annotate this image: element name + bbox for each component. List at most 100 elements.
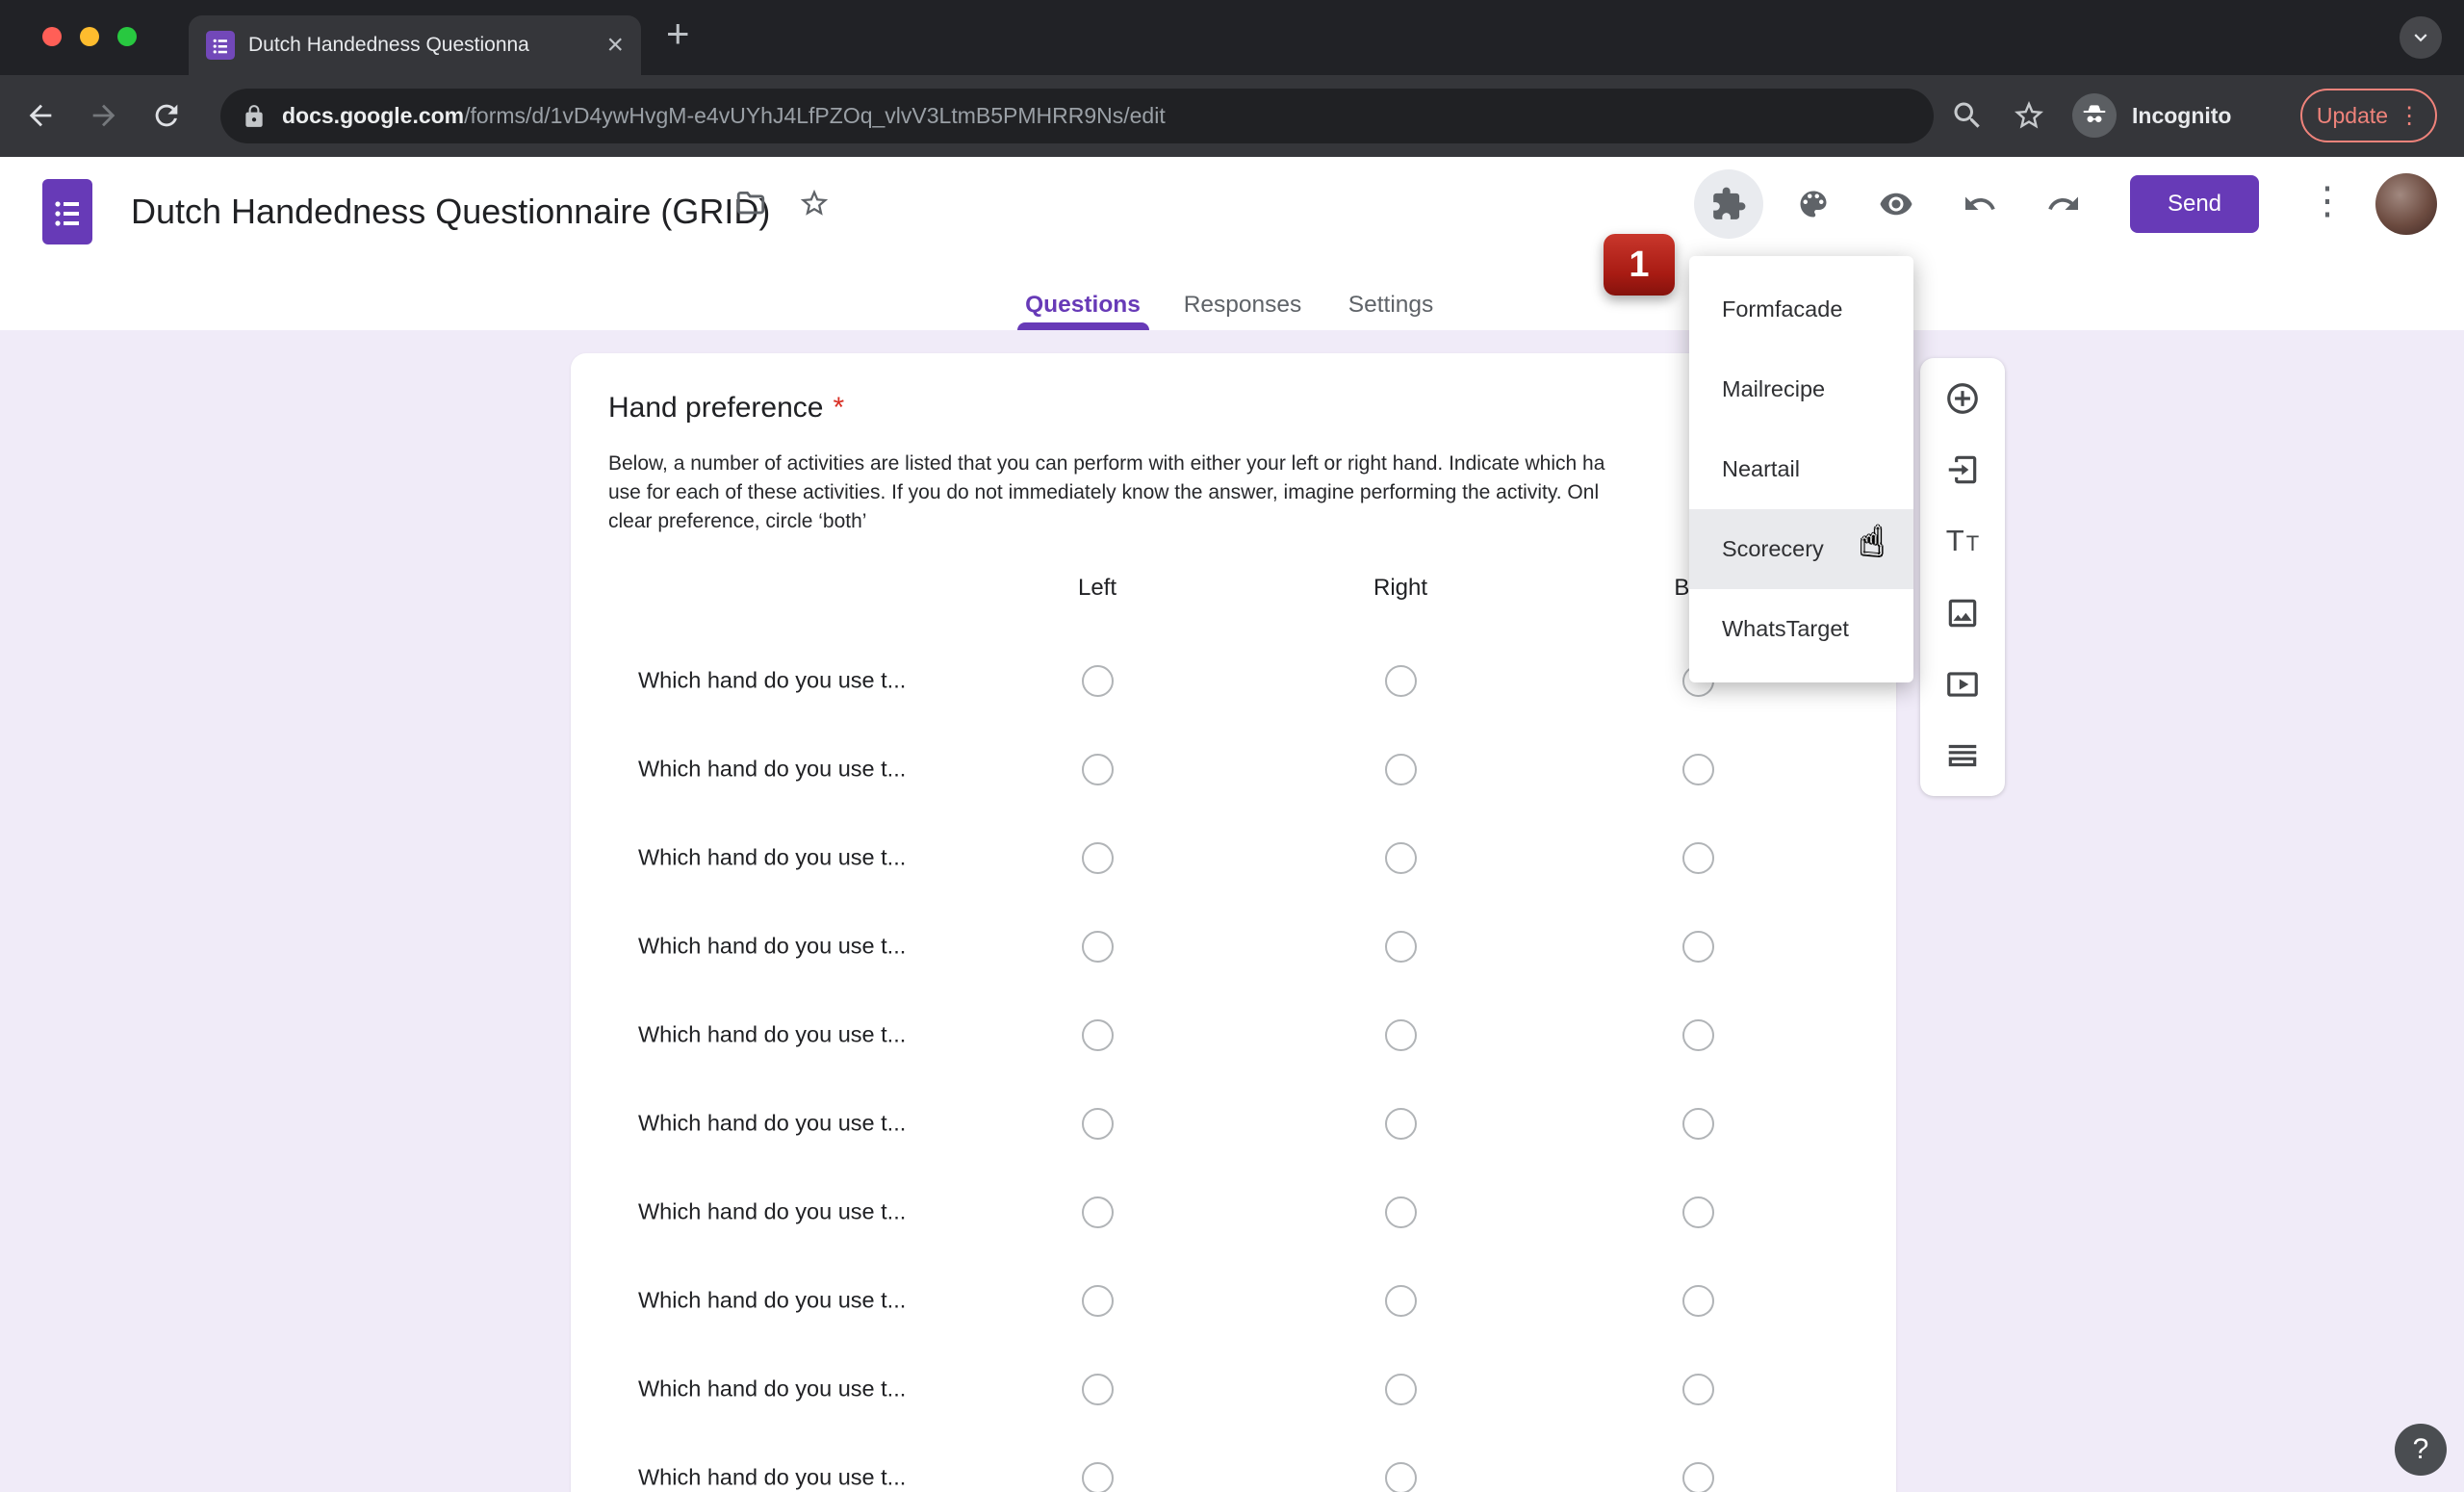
forms-logo-icon[interactable]	[42, 179, 92, 244]
radio-both[interactable]	[1682, 1374, 1714, 1405]
description-line: clear preference, circle ‘both’	[608, 507, 1869, 536]
minimize-window-button[interactable]	[80, 27, 99, 46]
required-asterisk: *	[833, 392, 844, 424]
row-label: Which hand do you use t...	[638, 1288, 906, 1314]
puzzle-icon	[1710, 186, 1747, 222]
question-title[interactable]: Hand preference*	[608, 392, 844, 424]
add-title-icon[interactable]: TT	[1939, 520, 1986, 562]
redo-icon[interactable]	[2046, 187, 2081, 221]
add-image-icon[interactable]	[1939, 592, 1986, 634]
radio-left[interactable]	[1082, 1374, 1114, 1405]
row-label: Which hand do you use t...	[638, 1465, 906, 1491]
menu-item-neartail[interactable]: Neartail	[1689, 429, 1913, 509]
send-button[interactable]: Send	[2130, 175, 2259, 233]
radio-right[interactable]	[1385, 1019, 1417, 1051]
new-tab-button[interactable]: +	[666, 13, 690, 54]
zoom-window-button[interactable]	[117, 27, 137, 46]
row-label: Which hand do you use t...	[638, 1111, 906, 1137]
back-icon[interactable]	[24, 99, 57, 132]
radio-right[interactable]	[1385, 754, 1417, 785]
radio-left[interactable]	[1082, 842, 1114, 874]
radio-right[interactable]	[1385, 1374, 1417, 1405]
radio-right[interactable]	[1385, 665, 1417, 697]
column-header-right: Right	[1373, 575, 1427, 602]
table-row: Which hand do you use t...	[571, 1256, 1896, 1345]
step-badge: 1	[1604, 234, 1675, 296]
star-favorite-icon[interactable]	[798, 187, 833, 221]
forms-favicon	[206, 31, 235, 60]
tab-responses[interactable]: Responses	[1184, 280, 1302, 330]
url-bar[interactable]: docs.google.com/forms/d/1vD4ywHvgM-e4vUY…	[220, 89, 1934, 143]
radio-left[interactable]	[1082, 1285, 1114, 1317]
row-label: Which hand do you use t...	[638, 757, 906, 783]
menu-item-mailrecipe[interactable]: Mailrecipe	[1689, 349, 1913, 429]
table-row: Which hand do you use t...	[571, 990, 1896, 1079]
search-icon[interactable]	[1950, 98, 1985, 133]
radio-both[interactable]	[1682, 1108, 1714, 1140]
radio-left[interactable]	[1082, 754, 1114, 785]
tab-close-icon[interactable]: ×	[606, 31, 624, 60]
radio-both[interactable]	[1682, 931, 1714, 963]
radio-both[interactable]	[1682, 1019, 1714, 1051]
radio-left[interactable]	[1082, 1019, 1114, 1051]
folder-icon[interactable]	[734, 187, 769, 221]
undo-icon[interactable]	[1963, 187, 1997, 221]
row-label: Which hand do you use t...	[638, 934, 906, 960]
incognito-icon	[2072, 93, 2117, 138]
radio-left[interactable]	[1082, 1196, 1114, 1228]
radio-left[interactable]	[1082, 665, 1114, 697]
avatar[interactable]	[2375, 173, 2437, 235]
radio-both[interactable]	[1682, 1285, 1714, 1317]
addons-menu: FormfacadeMailrecipeNeartailScoreceryWha…	[1689, 256, 1913, 682]
help-button[interactable]: ?	[2395, 1424, 2447, 1476]
bookmark-star-icon[interactable]	[2012, 98, 2046, 133]
radio-both[interactable]	[1682, 842, 1714, 874]
menu-item-whatstarget[interactable]: WhatsTarget	[1689, 589, 1913, 669]
radio-right[interactable]	[1385, 1285, 1417, 1317]
browser-tab[interactable]: Dutch Handedness Questionna ×	[189, 15, 641, 75]
tab-title: Dutch Handedness Questionna	[248, 34, 597, 57]
add-ons-button[interactable]	[1694, 169, 1763, 239]
chevron-down-icon[interactable]	[2400, 16, 2442, 59]
forward-icon[interactable]	[88, 99, 120, 132]
add-video-icon[interactable]	[1939, 663, 1986, 706]
theme-palette-icon[interactable]	[1796, 187, 1831, 221]
more-options-icon[interactable]: ⋮	[2308, 182, 2347, 220]
tab-settings[interactable]: Settings	[1348, 280, 1434, 330]
close-window-button[interactable]	[42, 27, 62, 46]
update-button[interactable]: Update ⋮	[2300, 89, 2437, 142]
radio-left[interactable]	[1082, 931, 1114, 963]
radio-right[interactable]	[1385, 1196, 1417, 1228]
question-description[interactable]: Below, a number of activities are listed…	[608, 450, 1869, 536]
add-question-icon[interactable]	[1939, 377, 1986, 420]
form-title[interactable]: Dutch Handedness Questionnaire (GRID)	[131, 176, 770, 247]
url-domain: docs.google.com	[282, 103, 464, 128]
lock-icon[interactable]	[242, 104, 267, 129]
tab-strip: Dutch Handedness Questionna × +	[0, 0, 2464, 75]
radio-right[interactable]	[1385, 931, 1417, 963]
browser-window: Dutch Handedness Questionna × + docs.goo…	[0, 0, 2464, 1492]
reload-icon[interactable]	[150, 99, 183, 132]
import-questions-icon[interactable]	[1939, 449, 1986, 491]
pointer-cursor-icon: ☝	[1860, 518, 1885, 565]
forms-header: Dutch Handedness Questionnaire (GRID) Se…	[0, 157, 2464, 331]
update-kebab-icon: ⋮	[2398, 102, 2421, 130]
menu-item-formfacade[interactable]: Formfacade	[1689, 270, 1913, 349]
browser-toolbar: docs.google.com/forms/d/1vD4ywHvgM-e4vUY…	[0, 75, 2464, 157]
radio-left[interactable]	[1082, 1108, 1114, 1140]
radio-left[interactable]	[1082, 1462, 1114, 1492]
url-text: docs.google.com/forms/d/1vD4ywHvgM-e4vUY…	[282, 103, 1166, 129]
description-line: Below, a number of activities are listed…	[608, 450, 1869, 478]
preview-eye-icon[interactable]	[1879, 187, 1913, 221]
incognito-badge: Incognito	[2072, 93, 2231, 138]
radio-right[interactable]	[1385, 1462, 1417, 1492]
radio-right[interactable]	[1385, 1108, 1417, 1140]
radio-both[interactable]	[1682, 1196, 1714, 1228]
table-row: Which hand do you use t...	[571, 725, 1896, 813]
radio-both[interactable]	[1682, 754, 1714, 785]
table-row: Which hand do you use t...	[571, 1079, 1896, 1168]
update-label: Update	[2317, 103, 2388, 129]
radio-both[interactable]	[1682, 1462, 1714, 1492]
radio-right[interactable]	[1385, 842, 1417, 874]
add-section-icon[interactable]	[1939, 734, 1986, 777]
